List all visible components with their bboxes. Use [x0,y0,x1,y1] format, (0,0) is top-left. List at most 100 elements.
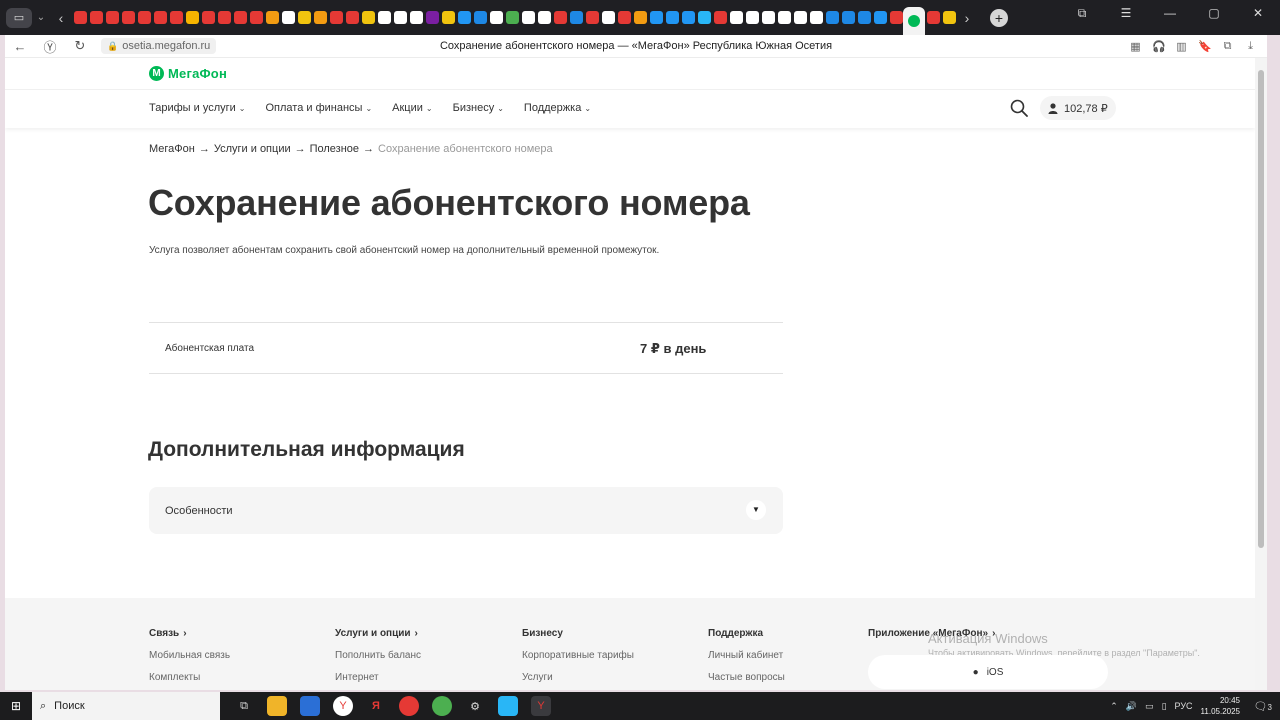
page-scrollbar[interactable] [1255,58,1267,690]
tab-favicon[interactable] [202,11,215,24]
tab-favicon[interactable] [842,11,855,24]
tab-favicon[interactable] [570,11,583,24]
ios-app-button[interactable]: ● iOS [868,655,1108,689]
footer-heading[interactable]: Связь › [149,628,230,639]
tab-favicon[interactable] [506,11,519,24]
tab-favicon[interactable] [426,11,439,24]
store-icon[interactable] [300,696,320,716]
reader-mode-icon[interactable]: ▦ [1129,40,1142,53]
tab-favicon[interactable] [218,11,231,24]
footer-link[interactable]: Комплекты [149,672,230,683]
tab-favicon[interactable] [106,11,119,24]
close-button[interactable]: ✕ [1236,6,1280,20]
more-menu-icon[interactable]: ☰ [1104,6,1148,20]
tab-list-chevron-icon[interactable]: ⌄ [32,12,50,23]
headphones-icon[interactable]: 🎧 [1152,40,1166,53]
tabs-scroll-left-icon[interactable]: ‹ [50,10,72,26]
breadcrumb-link[interactable]: МегаФон [149,143,195,155]
tab-favicon[interactable] [698,11,711,24]
downloads-icon[interactable]: ⤓ [1244,40,1257,53]
megafon-logo[interactable]: М МегаФон [149,66,227,81]
tab-favicon[interactable] [682,11,695,24]
breadcrumb-link[interactable]: Полезное [310,143,359,155]
battery-icon[interactable]: ▯ [1162,701,1167,712]
tab-favicon[interactable] [826,11,839,24]
tab-favicon[interactable] [186,11,199,24]
tab-favicon[interactable] [154,11,167,24]
tab-favicon[interactable] [314,11,327,24]
tab-favicon[interactable] [234,11,247,24]
tab-favicon[interactable] [943,11,956,24]
tab-favicon[interactable] [794,11,807,24]
yandex-browser-active-icon[interactable]: Y [531,696,551,716]
tab-favicon[interactable] [442,11,455,24]
chevron-down-icon[interactable]: ▼ [746,500,766,520]
tab-favicon[interactable] [458,11,471,24]
footer-link[interactable]: Корпоративные тарифы [522,650,634,661]
settings-gear-icon[interactable]: ⚙ [465,696,485,716]
tab-favicon[interactable] [618,11,631,24]
network-icon[interactable]: ▭ [1145,701,1154,712]
tab-favicon[interactable] [250,11,263,24]
grid-icon[interactable]: ▥ [1175,40,1188,53]
tab-favicon[interactable] [122,11,135,24]
url-field[interactable]: 🔒 osetia.megafon.ru [101,38,217,54]
collections-icon[interactable]: ⧉ [1060,6,1104,21]
tab-favicon[interactable] [810,11,823,24]
nav-item-promotions[interactable]: Акции ⌄ [392,102,432,114]
tab-favicon[interactable] [490,11,503,24]
tab-favicon[interactable] [602,11,615,24]
tab-favicon[interactable] [634,11,647,24]
tabs-scroll-right-icon[interactable]: › [956,10,978,26]
tab-favicon[interactable] [266,11,279,24]
yandex-icon[interactable]: Я [366,696,386,716]
tab-favicon[interactable] [890,11,903,24]
tab-favicon[interactable] [538,11,551,24]
tab-favicon[interactable] [730,11,743,24]
tab-favicon[interactable] [874,11,887,24]
footer-link[interactable]: Пополнить баланс [335,650,421,661]
back-icon[interactable]: ← [5,39,35,54]
tab-favicon[interactable] [298,11,311,24]
tab-favicon[interactable] [650,11,663,24]
tab-favicon[interactable] [762,11,775,24]
footer-link[interactable]: Услуги [522,672,634,683]
tab-favicon[interactable] [586,11,599,24]
tab-favicon[interactable] [170,11,183,24]
task-view-icon[interactable]: ⧉ [234,696,254,716]
opera-icon[interactable] [399,696,419,716]
footer-link[interactable]: Мобильная связь [149,650,230,661]
active-tab[interactable] [903,6,925,35]
taskbar-search[interactable]: ⌕ Поиск [32,692,220,720]
scrollbar-thumb[interactable] [1258,70,1264,548]
tab-favicon[interactable] [346,11,359,24]
desktop-app-icon[interactable] [498,696,518,716]
yandex-browser-icon[interactable]: Y [333,696,353,716]
nav-item-business[interactable]: Бизнесу ⌄ [453,102,504,114]
footer-heading[interactable]: Услуги и опции › [335,628,421,639]
tab-favicon[interactable] [746,11,759,24]
footer-link[interactable]: Личный кабинет [708,650,785,661]
new-tab-button[interactable]: + [990,8,1008,27]
tab-favicon[interactable] [138,11,151,24]
tab-favicon[interactable] [554,11,567,24]
collections-side-icon[interactable]: ⧉ [1221,40,1234,53]
tab-favicon[interactable] [378,11,391,24]
tab-favicon[interactable] [474,11,487,24]
nav-item-payments[interactable]: Оплата и финансы ⌄ [265,102,372,114]
windows-start-icon[interactable]: ⊞ [0,699,32,713]
clock[interactable]: 20:45 11.05.2025 [1201,695,1240,717]
tab-favicon[interactable] [330,11,343,24]
tab-favicon[interactable] [714,11,727,24]
tab-favicon[interactable] [410,11,423,24]
tab-favicon[interactable] [362,11,375,24]
browser-menu-button[interactable]: ▭ [6,7,32,28]
account-balance-button[interactable]: 102,78 ₽ [1040,96,1116,120]
minimize-button[interactable]: — [1148,6,1192,20]
reload-icon[interactable]: ↻ [65,38,95,54]
nav-item-support[interactable]: Поддержка ⌄ [524,102,591,114]
tab-favicon[interactable] [778,11,791,24]
tab-favicon[interactable] [522,11,535,24]
footer-link[interactable]: Частые вопросы [708,672,785,683]
search-icon[interactable] [1010,99,1028,117]
